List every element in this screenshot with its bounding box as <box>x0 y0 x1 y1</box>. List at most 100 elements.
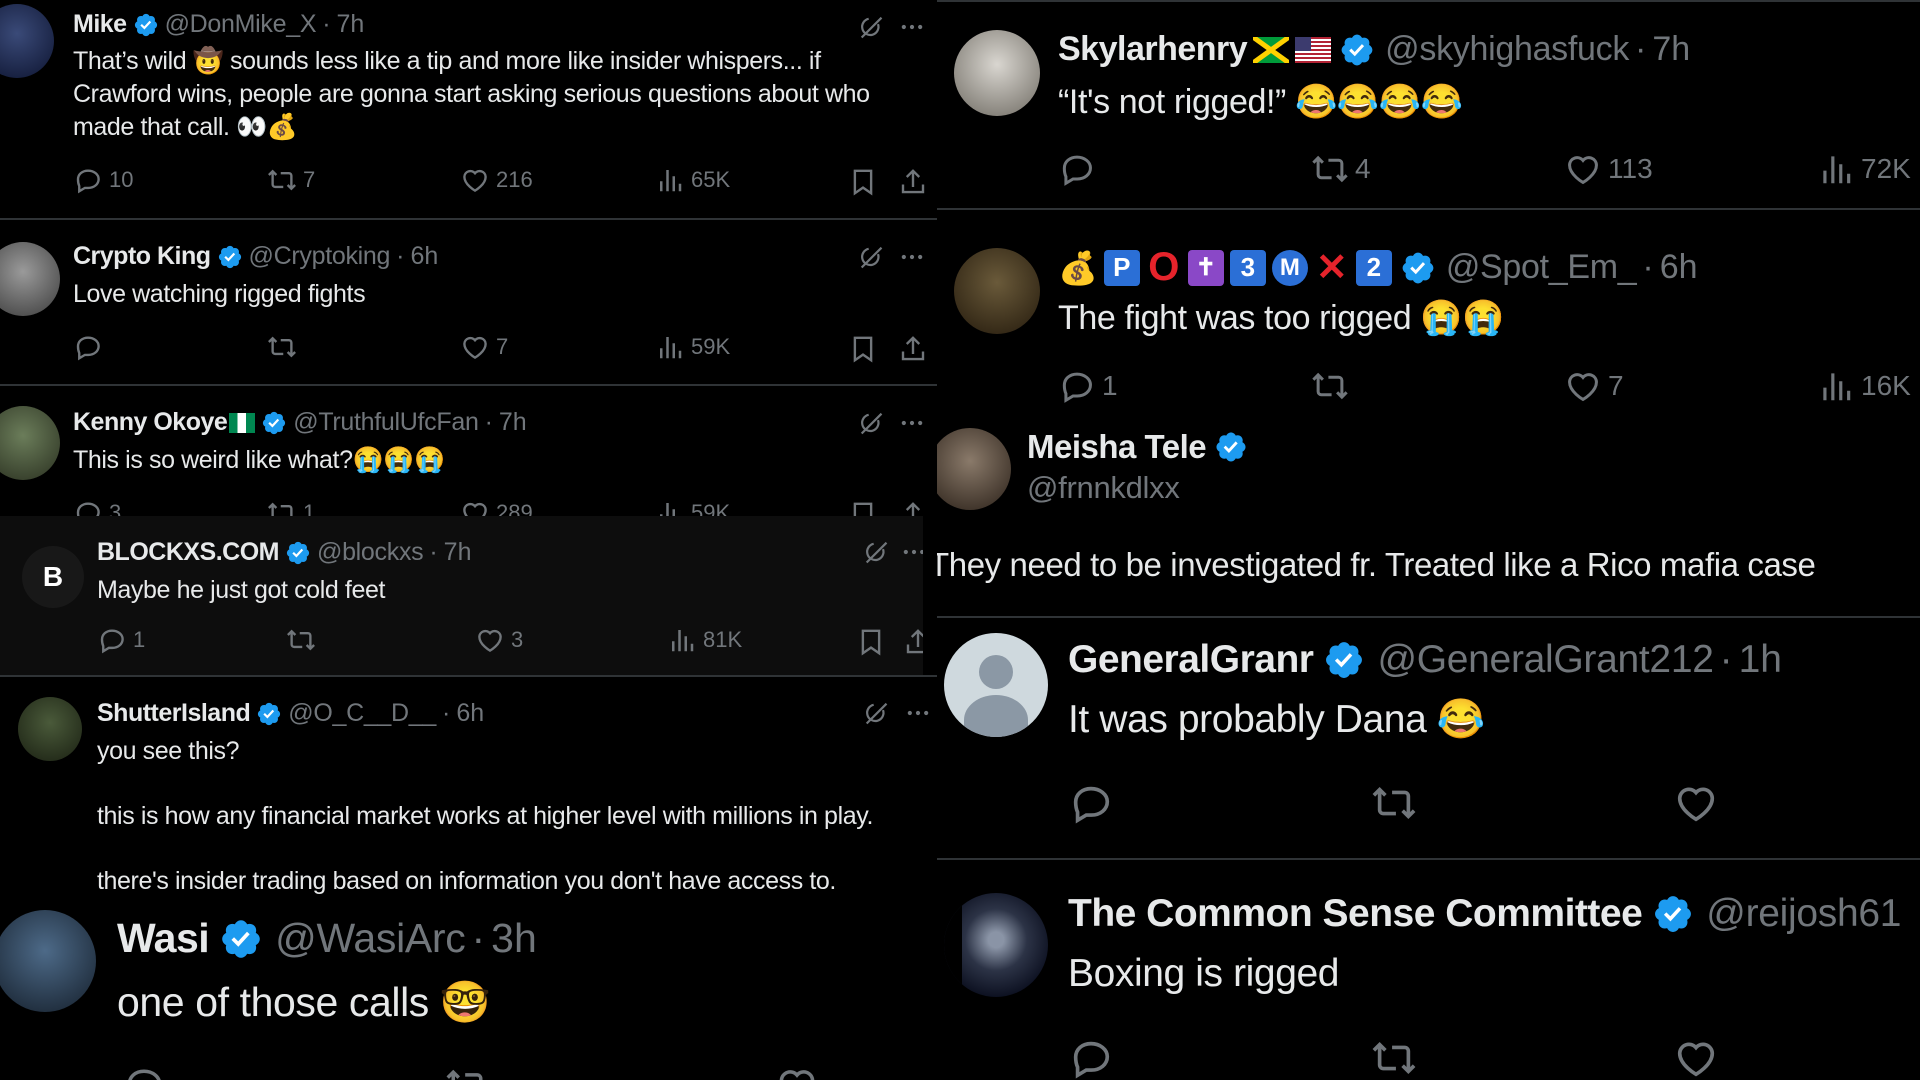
share-icon[interactable] <box>898 334 928 364</box>
avatar[interactable] <box>944 633 1048 737</box>
repost-button[interactable]: 1 <box>267 498 315 516</box>
repost-button[interactable] <box>267 332 303 362</box>
views-button[interactable]: 59K <box>655 332 730 362</box>
handle[interactable]: @O_C__D__ <box>288 699 436 728</box>
handle[interactable]: @TruthfulUfcFan <box>293 408 479 437</box>
grok-icon[interactable] <box>862 699 890 727</box>
tweet-shutterisland[interactable]: ShutterIsland @O_C__D__ · 6h you see thi… <box>0 677 943 905</box>
share-icon[interactable] <box>898 167 928 197</box>
reply-button[interactable] <box>1058 150 1102 188</box>
repost-icon[interactable] <box>1371 780 1417 826</box>
views-button[interactable]: 65K <box>655 165 730 195</box>
reply-icon[interactable] <box>1068 1035 1114 1080</box>
handle[interactable]: @skyhighasfuck <box>1385 30 1629 69</box>
repost-button[interactable]: 7 <box>267 165 315 195</box>
reply-button[interactable]: 1 <box>97 625 145 655</box>
avatar[interactable] <box>954 30 1040 116</box>
display-name[interactable]: The Common Sense Committee <box>1068 892 1643 936</box>
reply-icon[interactable] <box>122 1063 166 1080</box>
more-options-icon[interactable] <box>904 699 932 727</box>
display-name[interactable]: Skylarhenry <box>1058 30 1248 69</box>
avatar[interactable] <box>954 248 1040 334</box>
avatar[interactable] <box>0 910 96 1012</box>
views-button[interactable]: 72K <box>1817 150 1911 188</box>
tweet-kenny-okoye[interactable]: Kenny Okoye @TruthfulUfcFan · 7h This is… <box>0 386 943 516</box>
like-button[interactable]: 7 <box>1564 367 1624 405</box>
timestamp[interactable]: 1h <box>1739 638 1782 682</box>
like-button[interactable]: 113 <box>1564 150 1653 188</box>
reply-button[interactable]: 10 <box>73 165 133 195</box>
more-options-icon[interactable] <box>898 243 926 271</box>
tweet-common-sense-committee[interactable]: The Common Sense Committee @reijosh61 Bo… <box>937 860 1920 1080</box>
tweet-wasi[interactable]: Wasi @WasiArc · 3h one of those calls 🤓 <box>0 905 943 1080</box>
like-button[interactable]: 7 <box>460 332 508 362</box>
timestamp[interactable]: 7h <box>499 408 527 437</box>
timestamp[interactable]: 6h <box>410 242 438 271</box>
like-button[interactable]: 3 <box>475 625 523 655</box>
display-name[interactable]: Mike <box>73 10 127 39</box>
timestamp[interactable]: 7h <box>1652 30 1690 69</box>
display-name[interactable]: ShutterIsland <box>97 699 251 728</box>
display-name[interactable]: GeneralGranr <box>1068 638 1314 682</box>
avatar[interactable] <box>0 242 60 316</box>
tweet-meisha-tele[interactable]: Meisha Tele @frnnkdlxx They need to be i… <box>937 418 1920 616</box>
avatar[interactable] <box>937 428 1011 510</box>
handle[interactable]: @reijosh61 <box>1706 892 1901 936</box>
like-icon[interactable] <box>1673 1035 1719 1080</box>
display-name[interactable]: Meisha Tele <box>1027 428 1207 466</box>
handle[interactable]: @WasiArc <box>275 915 466 962</box>
repost-button[interactable]: 4 <box>1311 150 1371 188</box>
tweet-spot-em[interactable]: 💰 P O ✝ 3 M ✕ 2 @Spot_Em_ · 6h The fight… <box>937 210 1920 418</box>
more-options-icon[interactable] <box>898 409 926 437</box>
reply-button[interactable]: 3 <box>73 498 121 516</box>
handle[interactable]: @GeneralGrant212 <box>1377 638 1713 682</box>
grok-icon[interactable] <box>857 243 885 271</box>
tweet-skylarhenry[interactable]: Skylarhenry @skyhighasfuck · 7h “It's no… <box>937 0 1920 208</box>
tweet-mike[interactable]: Mike @DonMike_X · 7h That’s wild 🤠 sound… <box>0 0 943 218</box>
reply-icon[interactable] <box>1068 780 1114 826</box>
like-icon[interactable] <box>1673 780 1719 826</box>
timestamp[interactable]: 6h <box>1660 248 1698 287</box>
display-name[interactable]: Crypto King <box>73 242 211 271</box>
timestamp[interactable]: 6h <box>456 699 484 728</box>
timestamp[interactable]: 7h <box>444 538 472 567</box>
like-icon[interactable] <box>775 1063 819 1080</box>
tweet-blockxs[interactable]: B BLOCKXS.COM @blockxs · 7h Maybe he jus… <box>0 516 923 675</box>
handle[interactable]: @Spot_Em_ <box>1446 248 1637 287</box>
share-icon[interactable] <box>898 500 928 516</box>
avatar[interactable] <box>18 697 82 761</box>
views-button[interactable]: 16K <box>1817 367 1911 405</box>
bookmark-icon[interactable] <box>848 334 878 364</box>
handle[interactable]: @frnnkdlxx <box>1027 470 1180 506</box>
handle[interactable]: @blockxs <box>317 538 424 567</box>
repost-icon[interactable] <box>445 1063 489 1080</box>
display-name[interactable]: Wasi <box>117 915 210 962</box>
timestamp[interactable]: 7h <box>337 10 365 39</box>
reply-button[interactable]: 1 <box>1058 367 1118 405</box>
repost-button[interactable] <box>286 625 322 655</box>
display-name[interactable]: BLOCKXS.COM <box>97 538 280 567</box>
timestamp[interactable]: 3h <box>491 915 537 962</box>
reply-button[interactable] <box>73 332 109 362</box>
views-button[interactable]: 81K <box>667 625 742 655</box>
repost-icon[interactable] <box>1371 1035 1417 1080</box>
like-button[interactable]: 289 <box>460 498 533 516</box>
repost-button[interactable] <box>1311 367 1355 405</box>
avatar[interactable] <box>0 4 54 78</box>
display-name[interactable]: Kenny Okoye <box>73 408 228 437</box>
grok-icon[interactable] <box>857 13 885 41</box>
views-button[interactable]: 59K <box>655 498 730 516</box>
handle[interactable]: @Cryptoking <box>249 242 391 271</box>
more-options-icon[interactable] <box>900 538 923 566</box>
share-icon[interactable] <box>903 627 923 657</box>
more-options-icon[interactable] <box>898 13 926 41</box>
avatar[interactable] <box>944 893 1048 997</box>
handle[interactable]: @DonMike_X <box>165 10 317 39</box>
bookmark-icon[interactable] <box>848 500 878 516</box>
tweet-crypto-king[interactable]: Crypto King @Cryptoking · 6h Love watchi… <box>0 220 943 384</box>
grok-icon[interactable] <box>862 538 890 566</box>
avatar[interactable]: B <box>22 546 84 608</box>
avatar[interactable] <box>0 406 60 480</box>
grok-icon[interactable] <box>857 409 885 437</box>
bookmark-icon[interactable] <box>856 627 886 657</box>
